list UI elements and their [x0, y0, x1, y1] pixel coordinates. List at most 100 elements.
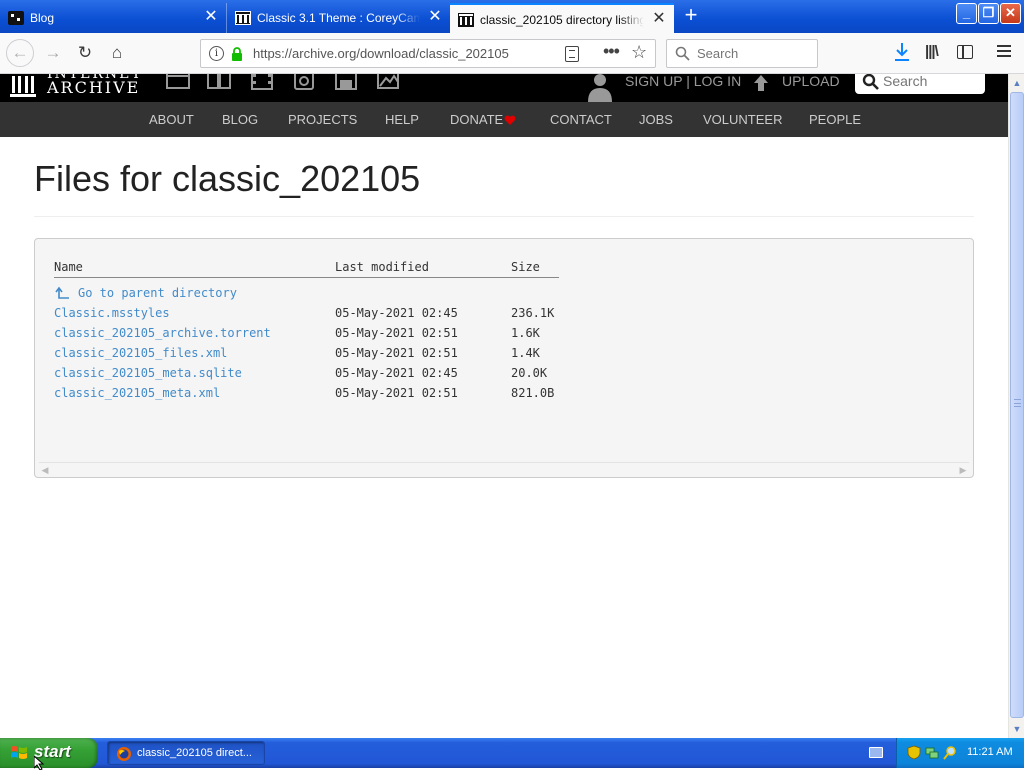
- file-size: 236.1K: [511, 306, 555, 320]
- horizontal-scrollbar[interactable]: ◀ ▶: [39, 462, 969, 476]
- taskbar-item-firefox[interactable]: classic_202105 direct...: [107, 741, 265, 765]
- start-button[interactable]: start: [0, 738, 98, 768]
- web-icon[interactable]: [166, 74, 190, 90]
- nav-about[interactable]: ABOUT: [149, 112, 194, 127]
- file-link[interactable]: classic_202105_meta.sqlite: [54, 366, 242, 380]
- upload-icon[interactable]: [752, 74, 770, 93]
- close-window-button[interactable]: ✕: [1000, 3, 1021, 24]
- nav-help[interactable]: HELP: [385, 112, 419, 127]
- tab-blog[interactable]: Blog ✕: [0, 3, 226, 33]
- file-link[interactable]: classic_202105_meta.xml: [54, 386, 220, 400]
- signup-login-link[interactable]: SIGN UP | LOG IN: [625, 74, 741, 89]
- page-actions-icon[interactable]: •••: [603, 41, 620, 62]
- tab-strip: Blog ✕ Classic 3.1 Theme : CoreyCampbell…: [0, 0, 1024, 33]
- file-modified: 05-May-2021 02:51: [335, 386, 458, 400]
- texts-icon[interactable]: [207, 74, 231, 90]
- close-tab-icon[interactable]: ✕: [202, 8, 220, 26]
- ia-search-box[interactable]: [855, 74, 985, 94]
- hamburger-menu-icon[interactable]: [997, 45, 1011, 57]
- back-arrow-icon[interactable]: ←: [6, 39, 34, 67]
- tab-title: classic_202105 directory listing: [480, 13, 644, 27]
- url-text[interactable]: https://archive.org/download/classic_202…: [253, 46, 509, 61]
- nav-projects[interactable]: PROJECTS: [288, 112, 357, 127]
- scroll-down-icon[interactable]: ▼: [1010, 721, 1024, 737]
- nav-donate[interactable]: DONATE: [450, 112, 503, 127]
- scroll-up-icon[interactable]: ▲: [1010, 75, 1024, 91]
- search-icon: [862, 74, 879, 90]
- ia-logo-text: ARCHIVE: [47, 78, 141, 97]
- tab-title: Blog: [30, 11, 55, 25]
- library-icon[interactable]: |||\: [925, 43, 939, 60]
- file-link[interactable]: Classic.msstyles: [54, 306, 170, 320]
- upload-link[interactable]: UPLOAD: [782, 74, 840, 89]
- restore-window-button[interactable]: ❐: [978, 3, 999, 24]
- blog-favicon-icon: [8, 11, 24, 25]
- directory-listing: Name Last modified Size Go to parent dir…: [34, 238, 974, 478]
- tab-title: Classic 3.1 Theme : CoreyCampbell: [257, 11, 420, 25]
- download-icon[interactable]: [893, 42, 911, 62]
- images-icon[interactable]: [376, 74, 400, 90]
- file-link[interactable]: classic_202105_files.xml: [54, 346, 227, 360]
- nav-jobs[interactable]: JOBS: [639, 112, 673, 127]
- heart-icon: [504, 115, 516, 125]
- magnifier-icon[interactable]: [943, 745, 957, 760]
- parent-directory-icon: [55, 286, 69, 299]
- tab-directory-listing[interactable]: classic_202105 directory listing ✕: [450, 3, 674, 33]
- info-icon[interactable]: i: [209, 46, 224, 61]
- scrollbar-thumb[interactable]: [1010, 92, 1024, 718]
- nav-people[interactable]: PEOPLE: [809, 112, 861, 127]
- close-tab-icon[interactable]: ✕: [426, 8, 444, 26]
- vertical-scrollbar[interactable]: ▲ ▼: [1008, 74, 1024, 738]
- column-header-modified: Last modified: [335, 260, 429, 274]
- nav-blog[interactable]: BLOG: [222, 112, 258, 127]
- parent-directory-row[interactable]: Go to parent directory: [54, 286, 574, 302]
- close-tab-icon[interactable]: ✕: [650, 10, 668, 28]
- reload-icon[interactable]: ↻: [72, 41, 98, 65]
- browser-search-box[interactable]: [666, 39, 818, 68]
- file-modified: 05-May-2021 02:51: [335, 326, 458, 340]
- lock-icon: [232, 47, 242, 61]
- minimize-window-button[interactable]: _: [956, 3, 977, 24]
- taskbar: start classic_202105 direct... 11:21 AM: [0, 738, 1024, 768]
- sidebar-toggle-icon[interactable]: [957, 45, 973, 59]
- url-bar[interactable]: i https://archive.org/download/classic_2…: [200, 39, 656, 68]
- search-icon: [675, 46, 690, 61]
- divider: [34, 216, 974, 217]
- home-icon[interactable]: ⌂: [104, 41, 130, 65]
- parent-directory-link[interactable]: Go to parent directory: [78, 286, 237, 300]
- navigation-toolbar: ← → ↻ ⌂ i https://archive.org/download/c…: [0, 33, 1024, 74]
- file-modified: 05-May-2021 02:51: [335, 346, 458, 360]
- browser-search-input[interactable]: [697, 46, 807, 61]
- file-modified: 05-May-2021 02:45: [335, 366, 458, 380]
- file-row: classic_202105_meta.xml 05-May-2021 02:5…: [54, 386, 574, 402]
- scroll-left-icon[interactable]: ◀: [39, 464, 51, 476]
- ia-top-bar: INTERNET ARCHIVE SIGN UP | LOG IN UPLOAD: [0, 74, 1008, 102]
- file-row: classic_202105_files.xml 05-May-2021 02:…: [54, 346, 574, 362]
- new-tab-icon[interactable]: +: [680, 4, 702, 28]
- audio-icon[interactable]: [292, 74, 316, 90]
- archive-building-icon: [10, 76, 36, 97]
- reader-view-icon[interactable]: [565, 46, 579, 62]
- file-row: classic_202105_meta.sqlite 05-May-2021 0…: [54, 366, 574, 382]
- nav-contact[interactable]: CONTACT: [550, 112, 612, 127]
- ia-search-input[interactable]: [883, 74, 978, 89]
- archive-favicon-icon: [235, 11, 251, 25]
- software-icon[interactable]: [334, 74, 358, 90]
- user-icon[interactable]: [586, 74, 614, 102]
- ia-main-nav: ABOUT BLOG PROJECTS HELP DONATE CONTACT …: [0, 102, 1008, 137]
- nav-volunteer[interactable]: VOLUNTEER: [703, 112, 782, 127]
- file-size: 1.6K: [511, 326, 540, 340]
- tab-classic-theme[interactable]: Classic 3.1 Theme : CoreyCampbell ✕: [226, 3, 450, 33]
- scroll-right-icon[interactable]: ▶: [957, 464, 969, 476]
- column-header-size: Size: [511, 260, 540, 274]
- file-link[interactable]: classic_202105_archive.torrent: [54, 326, 271, 340]
- keyboard-icon[interactable]: [869, 747, 883, 758]
- file-size: 1.4K: [511, 346, 540, 360]
- video-icon[interactable]: [250, 74, 274, 90]
- forward-arrow-icon[interactable]: →: [40, 41, 66, 65]
- file-row: classic_202105_archive.torrent 05-May-20…: [54, 326, 574, 342]
- file-row: Classic.msstyles 05-May-2021 02:45 236.1…: [54, 306, 574, 322]
- bookmark-star-icon[interactable]: ☆: [631, 42, 647, 63]
- network-icon[interactable]: [925, 745, 939, 760]
- security-shield-icon[interactable]: [907, 745, 921, 760]
